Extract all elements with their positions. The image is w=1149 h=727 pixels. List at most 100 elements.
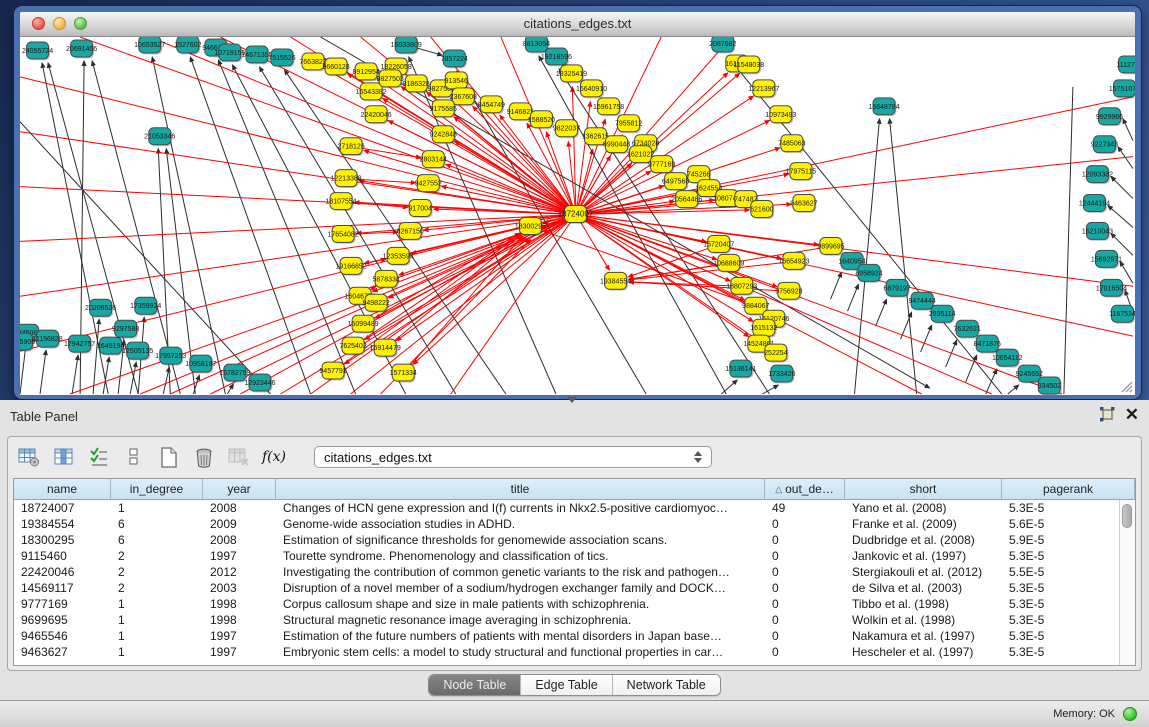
column-header-year[interactable]: year (203, 479, 276, 499)
table-row[interactable]: 969969511998Structural magnetic resonanc… (14, 612, 1119, 628)
table-cell: 0 (765, 613, 845, 627)
table-panel-header: Table Panel ✕ (0, 400, 1149, 434)
graph-node-label: 17942757 (64, 341, 95, 348)
graph-node-label: 9822037 (553, 126, 580, 133)
scrollbar-thumb[interactable] (1122, 504, 1132, 528)
table-cell: 5.9E-5 (1002, 533, 1119, 547)
table-row[interactable]: 911546021997Tourette syndrome. Phenomeno… (14, 548, 1119, 564)
graph-node-label: 8454749 (478, 102, 505, 109)
graph-node-label: 8912954 (352, 69, 379, 76)
column-header-out_de[interactable]: △out_de… (765, 479, 845, 499)
trash-icon[interactable] (191, 445, 217, 469)
graph-edge (1120, 261, 1133, 283)
memory-ok-indicator[interactable] (1123, 707, 1137, 721)
table-cell: de Silva et al. (2003) (845, 581, 1002, 595)
graph-node-label: 15751074 (1109, 86, 1135, 93)
graph-node-label: 9777169 (648, 162, 675, 169)
graph-node-label: 19384554 (600, 278, 631, 285)
graph-edge (20, 215, 576, 352)
table-cell: 14569117 (14, 581, 111, 595)
network-view-window[interactable]: citations_edges.txt 18724007183002957663… (14, 6, 1141, 399)
graph-node-label: 16648784 (868, 104, 899, 111)
graph-edge (190, 57, 310, 394)
graph-node-label: 12923446 (244, 380, 275, 387)
table-row[interactable]: 946554611997Estimation of the future num… (14, 628, 1119, 644)
graph-edge (93, 319, 99, 394)
table-type-tabs: Node TableEdge TableNetwork Table (428, 674, 720, 696)
graph-node-label: 8267150 (397, 228, 424, 235)
table-cell: 5.6E-5 (1002, 517, 1119, 531)
table-cell: 1 (111, 597, 203, 611)
vertical-scrollbar[interactable] (1119, 500, 1135, 665)
graph-node-label: 5878334 (373, 276, 400, 283)
table-cell: 0 (765, 549, 845, 563)
column-header-in_degree[interactable]: in_degree (111, 479, 203, 499)
graph-node-label: 9474444 (908, 298, 935, 305)
table-cell: 2003 (203, 581, 276, 595)
graph-node-label: 12353594 (383, 253, 414, 260)
tab-edge-table[interactable]: Edge Table (521, 675, 612, 695)
table-cell: 1998 (203, 613, 276, 627)
graph-node-label: 12213383 (331, 176, 362, 183)
table-cell: 2 (111, 581, 203, 595)
table-cell: Hescheler et al. (1997) (845, 645, 1002, 659)
tab-node-table[interactable]: Node Table (429, 675, 521, 695)
graph-node-label: 20691406 (66, 46, 97, 53)
resize-grip[interactable] (1122, 382, 1132, 392)
table-row[interactable]: 1872400712008Changes of HCN gene express… (14, 500, 1119, 516)
graph-node-label: 1733426 (768, 371, 795, 378)
function-icon[interactable]: f(x) (261, 445, 287, 469)
column-header-title[interactable]: title (276, 479, 765, 499)
graph-node-label: 15136141 (725, 366, 756, 373)
float-window-icon[interactable] (1099, 407, 1115, 422)
graph-edge (163, 367, 169, 394)
graph-edge (40, 350, 46, 394)
new-table-icon[interactable] (156, 445, 182, 469)
split-rows-icon[interactable] (121, 445, 147, 469)
table-cell: 5.3E-5 (1002, 501, 1119, 515)
table-gear-icon[interactable] (16, 445, 42, 469)
graph-node-label: 2803144 (420, 157, 447, 164)
row-checklist-icon[interactable] (86, 445, 112, 469)
table-cell: 1 (111, 501, 203, 515)
window-title: citations_edges.txt (20, 16, 1135, 31)
delete-table-icon[interactable] (226, 445, 252, 469)
table-row[interactable]: 1830029562008Estimation of significance … (14, 532, 1119, 548)
graph-node-label: 9929966 (1096, 114, 1123, 121)
graph-edge (1008, 385, 1019, 394)
table-row[interactable]: 1938455462009Genome-wide association stu… (14, 516, 1119, 532)
graph-node-label: 1571334 (390, 370, 417, 377)
graph-edge (986, 369, 997, 394)
table-cell: Disruption of a novel member of a sodium… (276, 581, 765, 595)
column-header-short[interactable]: short (845, 479, 1002, 499)
graph-node-label: 18107554 (326, 199, 357, 206)
table-row[interactable]: 1456911722003Disruption of a novel membe… (14, 580, 1119, 596)
close-panel-icon[interactable]: ✕ (1125, 407, 1139, 422)
graph-node-label: 1588520 (528, 117, 555, 124)
table-cell: 49 (765, 501, 845, 515)
table-row[interactable]: 977716911998Corpus callosum shape and si… (14, 596, 1119, 612)
column-select-icon[interactable] (51, 445, 77, 469)
table-cell: 18300295 (14, 533, 111, 547)
graph-edge (20, 187, 576, 215)
graph-node-label: 18807293 (726, 283, 757, 290)
table-row[interactable]: 946362711997Embryonic stem cells: a mode… (14, 644, 1119, 660)
table-row[interactable]: 2242004622012Investigating the contribut… (14, 564, 1119, 580)
table-cell: 0 (765, 597, 845, 611)
table-cell: 5.3E-5 (1002, 581, 1119, 595)
table-cell: 1 (111, 645, 203, 659)
tab-network-table[interactable]: Network Table (613, 675, 720, 695)
column-header-pagerank[interactable]: pagerank (1002, 479, 1135, 499)
citation-network-graph[interactable]: 1872400718300295766382296601288912954165… (20, 37, 1135, 395)
graph-node-label: 15692971 (1091, 256, 1122, 263)
window-titlebar[interactable]: citations_edges.txt (20, 12, 1135, 37)
node-attribute-table: namein_degreeyeartitle△out_de…shortpager… (13, 478, 1136, 666)
network-canvas[interactable]: 1872400718300295766382296601288912954165… (20, 37, 1135, 395)
graph-node-label: 12093382 (1082, 172, 1113, 179)
table-selector-dropdown[interactable]: citations_edges.txt (314, 446, 712, 468)
table-cell: 0 (765, 629, 845, 643)
table-cell: 9699695 (14, 613, 111, 627)
column-header-name[interactable]: name (14, 479, 111, 499)
graph-node-label: 9899695 (817, 243, 844, 250)
graph-edge (847, 284, 858, 311)
